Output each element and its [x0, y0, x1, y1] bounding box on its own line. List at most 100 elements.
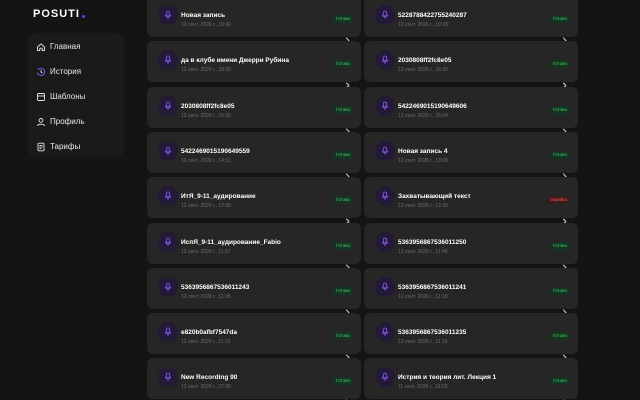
chevron-right-icon[interactable] — [344, 258, 351, 270]
record-date: 12 сент. 2026 г., 12:30 — [398, 203, 448, 210]
status-badge: Готово — [550, 15, 570, 23]
record-date: 12 сент. 2026 г., 15:04 — [398, 112, 448, 119]
record-card[interactable]: e820b0afbf7547da 12 сент. 2026 г., 11:16 Г… — [147, 313, 361, 361]
record-date: 12 сент. 2026 г., 11:48 — [398, 248, 448, 255]
main-nav: Главная История Шаблоны Профиль Тарифы — [28, 33, 124, 157]
chevron-right-icon[interactable] — [561, 122, 568, 135]
record-date: 12 сент. 2026 г., 18:26 — [181, 67, 231, 74]
record-title: 5363956867536011250 — [398, 238, 467, 246]
sidebar-item-label: Тарифы — [50, 142, 81, 151]
record-card[interactable]: Новая запись 4 12 сент. 2026 г., 13:08 Гот… — [364, 131, 578, 180]
record-title: Захватывающий текст — [398, 193, 471, 201]
chevron-right-icon[interactable] — [344, 167, 351, 180]
status-badge: Ошибка — [547, 196, 570, 205]
record-title: 5363956867536011243 — [181, 283, 250, 291]
sidebar-item-history[interactable]: История — [28, 59, 124, 84]
record-date: 12 сент. 2026 г., 11:57 — [181, 248, 231, 255]
microphone-icon — [158, 95, 178, 116]
microphone-icon — [158, 367, 178, 388]
record-card[interactable]: 5363956867536011241 12 сент. 2026 г., 11:… — [364, 267, 578, 316]
record-date: 12 сент. 2026 г., 11:16 — [181, 339, 231, 346]
record-date: 12 сент. 2026 г., 16:30 — [181, 112, 231, 119]
chevron-right-icon[interactable] — [561, 303, 568, 316]
record-card[interactable]: Новая запись 12 сент. 2026 г., 19:40 Готов… — [147, 0, 361, 44]
record-card[interactable]: 5363956867536011235 12 сент. 2026 г., 11:… — [364, 313, 578, 361]
app-window: POSUTI Главная История Шаблоны Профиль Т… — [0, 0, 640, 400]
record-card[interactable]: New Recording 90 12 сент. 2026 г., 07:38 Г… — [147, 358, 361, 400]
record-card[interactable]: ИспЯ_9-11_аудирование_Fabio 12 сент. 2026… — [147, 222, 361, 270]
chevron-right-icon[interactable] — [561, 348, 568, 361]
record-title: ИтЯ_9-11_аудирование — [181, 193, 256, 201]
record-card[interactable]: 5363956867536011250 12 сент. 2026 г., 11:… — [364, 222, 578, 270]
chevron-right-icon[interactable] — [344, 31, 351, 44]
microphone-icon — [158, 5, 178, 25]
record-card[interactable]: ИтЯ_9-11_аудирование 12 сент. 2026 г., 12… — [147, 177, 361, 225]
record-card[interactable]: 5363956867536011243 12 сент. 2026 г., 11:… — [147, 267, 361, 316]
record-card[interactable]: 5422469015190649559 12 сент. 2026 г., 14:… — [147, 131, 361, 180]
record-title: 5363956867536011235 — [398, 329, 467, 337]
sidebar-item-label: Шаблоны — [50, 92, 86, 101]
chevron-right-icon[interactable] — [561, 167, 568, 180]
sidebar-item-label: История — [50, 67, 82, 76]
logo-dot — [81, 15, 85, 18]
sidebar-item-pricing[interactable]: Тарифы — [28, 134, 124, 159]
app-logo[interactable]: POSUTI — [33, 8, 85, 20]
templates-icon — [36, 92, 46, 102]
chevron-right-icon[interactable] — [344, 76, 351, 89]
record-title: Новая запись — [181, 12, 226, 19]
record-title: New Recording 90 — [181, 374, 238, 382]
status-badge: Готово — [550, 60, 570, 69]
record-card[interactable]: 5422469015190649606 12 сент. 2026 г., 15:… — [364, 86, 578, 135]
status-badge: Готово — [550, 286, 570, 295]
record-card[interactable]: Истрия и теория лит. Лекция 1 11 сент. 20… — [364, 358, 578, 400]
chevron-right-icon[interactable] — [561, 76, 568, 89]
microphone-icon — [375, 95, 395, 116]
chevron-right-icon[interactable] — [561, 258, 568, 270]
record-date: 12 сент. 2026 г., 19:18 — [398, 22, 448, 28]
chevron-right-icon[interactable] — [344, 393, 351, 400]
record-date: 12 сент. 2026 г., 07:38 — [181, 384, 231, 391]
record-title: 5422469015190649559 — [181, 147, 250, 155]
record-card[interactable]: 2030808ff2fc8e05 12 сент. 2026 г., 16:30 Г… — [147, 86, 361, 135]
status-badge: Готово — [333, 15, 353, 23]
status-badge: Готово — [550, 150, 570, 159]
history-icon — [36, 67, 46, 77]
chevron-right-icon[interactable] — [344, 212, 351, 225]
record-date: 12 сент. 2026 г., 14:11 — [181, 157, 231, 164]
record-date: 12 сент. 2026 г., 12:38 — [181, 203, 231, 210]
microphone-icon — [375, 5, 395, 25]
record-card[interactable]: 5228788422755240287 12 сент. 2026 г., 19:… — [364, 0, 578, 44]
record-title: 5228788422755240287 — [398, 12, 467, 19]
status-badge: Готово — [550, 332, 570, 341]
microphone-icon — [375, 367, 395, 388]
record-date: 12 сент. 2026 г., 19:40 — [181, 22, 231, 28]
record-title: ИспЯ_9-11_аудирование_Fabio — [181, 238, 281, 246]
chevron-right-icon[interactable] — [561, 31, 568, 44]
status-badge: Готово — [333, 105, 353, 114]
microphone-icon — [158, 322, 178, 343]
home-icon — [36, 42, 46, 52]
chevron-right-icon[interactable] — [344, 303, 351, 316]
sidebar-item-home[interactable]: Главная — [28, 34, 124, 59]
record-title: 2030808ff2fc8e05 — [398, 57, 452, 65]
records-grid: Новая запись 12 сент. 2026 г., 19:40 Готов… — [147, 0, 578, 400]
status-badge: Готово — [333, 241, 353, 250]
record-card[interactable]: 2030808ff2fc8e05 12 сент. 2026 г., 16:30 Г… — [364, 41, 578, 89]
record-date: 12 сент. 2026 г., 11:16 — [398, 339, 448, 346]
sidebar-item-templates[interactable]: Шаблоны — [28, 84, 124, 109]
record-card[interactable]: Захватывающий текст 12 сент. 2026 г., 12:… — [364, 177, 578, 225]
status-badge: Готово — [333, 332, 353, 341]
record-title: Истрия и теория лит. Лекция 1 — [398, 374, 497, 382]
sidebar-item-profile[interactable]: Профиль — [28, 109, 124, 134]
status-badge: Готово — [333, 196, 353, 205]
status-badge: Готово — [333, 60, 353, 69]
chevron-right-icon[interactable] — [561, 212, 568, 225]
status-badge: Готово — [550, 377, 570, 386]
chevron-right-icon[interactable] — [344, 122, 351, 135]
chevron-right-icon[interactable] — [561, 393, 568, 400]
record-card[interactable]: да в клубе имени Джерри Рубина 12 сент. 2… — [147, 41, 361, 89]
status-badge: Готово — [550, 241, 570, 250]
microphone-icon — [158, 50, 178, 71]
record-title: да в клубе имени Джерри Рубина — [181, 57, 289, 65]
chevron-right-icon[interactable] — [344, 348, 351, 361]
